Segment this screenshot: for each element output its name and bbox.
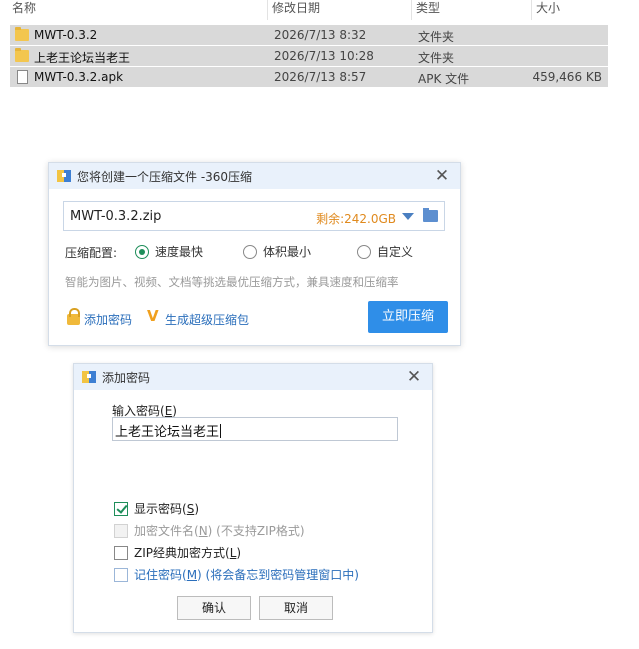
radio-circle <box>357 245 371 259</box>
password-dialog-titlebar[interactable]: 添加密码 ✕ <box>74 364 432 390</box>
checkbox-box <box>114 568 128 582</box>
folder-icon <box>15 27 29 41</box>
file-row-folder-2[interactable]: 上老王论坛当老王 2026/7/13 10:28 文件夹 <box>10 46 608 67</box>
file-type: 文件夹 <box>418 51 455 65</box>
file-row-apk[interactable]: MWT-0.3.2.apk 2026/7/13 8:57 APK 文件 459,… <box>10 67 608 88</box>
checkbox-box <box>114 524 128 538</box>
zip-classic-encryption-checkbox[interactable]: ZIP经典加密方式(L) <box>114 544 241 561</box>
file-name: MWT-0.3.2 <box>34 28 98 42</box>
cancel-button[interactable]: 取消 <box>259 596 333 620</box>
super-package-link[interactable]: 生成超级压缩包 <box>165 311 249 328</box>
close-icon[interactable]: ✕ <box>433 167 451 185</box>
compress-now-button[interactable]: 立即压缩 <box>368 301 448 333</box>
radio-custom[interactable]: 自定义 <box>357 243 413 260</box>
file-date: 2026/7/13 8:32 <box>274 28 367 42</box>
password-dialog-title: 添加密码 <box>102 371 151 385</box>
add-password-link[interactable]: 添加密码 <box>84 311 132 328</box>
password-value: 上老王论坛当老王 <box>115 424 222 440</box>
compress-dialog-title: 您将创建一个压缩文件 -360压缩 <box>77 170 253 184</box>
archive-app-icon <box>57 170 71 182</box>
compress-hint: 智能为图片、视频、文档等挑选最优压缩方式，兼具速度和压缩率 <box>65 275 399 289</box>
compress-config-label: 压缩配置: <box>65 246 118 260</box>
archive-filename: MWT-0.3.2.zip <box>70 209 162 224</box>
radio-circle <box>243 245 257 259</box>
column-header-size[interactable]: 大小 <box>532 0 612 20</box>
radio-fastest[interactable]: 速度最快 <box>135 243 203 260</box>
radio-circle <box>135 245 149 259</box>
checkbox-box <box>114 546 128 560</box>
folder-icon <box>15 48 29 62</box>
column-header-modified[interactable]: 修改日期 <box>268 0 412 20</box>
file-type: 文件夹 <box>418 30 455 44</box>
file-name: 上老王论坛当老王 <box>34 51 131 65</box>
close-icon[interactable]: ✕ <box>405 368 423 386</box>
folder-browse-icon[interactable] <box>423 208 438 222</box>
compress-dialog: 您将创建一个压缩文件 -360压缩 ✕ MWT-0.3.2.zip 剩余:242… <box>48 162 461 346</box>
file-row-folder-1[interactable]: MWT-0.3.2 2026/7/13 8:32 文件夹 <box>10 25 608 46</box>
vip-icon: V <box>147 307 159 325</box>
remember-password-checkbox[interactable]: 记住密码(M) (将会备忘到密码管理窗口中) <box>114 566 359 583</box>
file-icon <box>17 70 28 84</box>
archive-filename-input[interactable]: MWT-0.3.2.zip 剩余:242.0GB <box>63 201 445 231</box>
confirm-button[interactable]: 确认 <box>177 596 251 620</box>
text-caret <box>220 424 222 438</box>
file-date: 2026/7/13 10:28 <box>274 49 374 63</box>
file-type: APK 文件 <box>418 72 470 86</box>
show-password-checkbox[interactable]: 显示密码(S) <box>114 500 199 517</box>
archive-app-icon <box>82 371 96 383</box>
lock-icon <box>67 308 80 325</box>
column-header-name[interactable]: 名称 <box>8 0 268 20</box>
password-dialog: 添加密码 ✕ 输入密码(E) 上老王论坛当老王 显示密码(S) 加密文件名(N)… <box>73 363 433 633</box>
remaining-space: 剩余:242.0GB <box>316 212 396 226</box>
checkbox-box <box>114 502 128 516</box>
compress-dialog-titlebar[interactable]: 您将创建一个压缩文件 -360压缩 ✕ <box>49 163 460 189</box>
encrypt-filenames-checkbox[interactable]: 加密文件名(N) (不支持ZIP格式) <box>114 522 305 539</box>
radio-smallest[interactable]: 体积最小 <box>243 243 311 260</box>
file-size: 459,466 KB <box>532 70 602 84</box>
chevron-down-icon[interactable] <box>402 213 414 220</box>
file-list-header: 名称 修改日期 类型 大小 <box>0 0 639 20</box>
password-input[interactable]: 上老王论坛当老王 <box>112 417 398 441</box>
file-date: 2026/7/13 8:57 <box>274 70 367 84</box>
file-name: MWT-0.3.2.apk <box>34 70 124 84</box>
column-header-type[interactable]: 类型 <box>412 0 532 20</box>
